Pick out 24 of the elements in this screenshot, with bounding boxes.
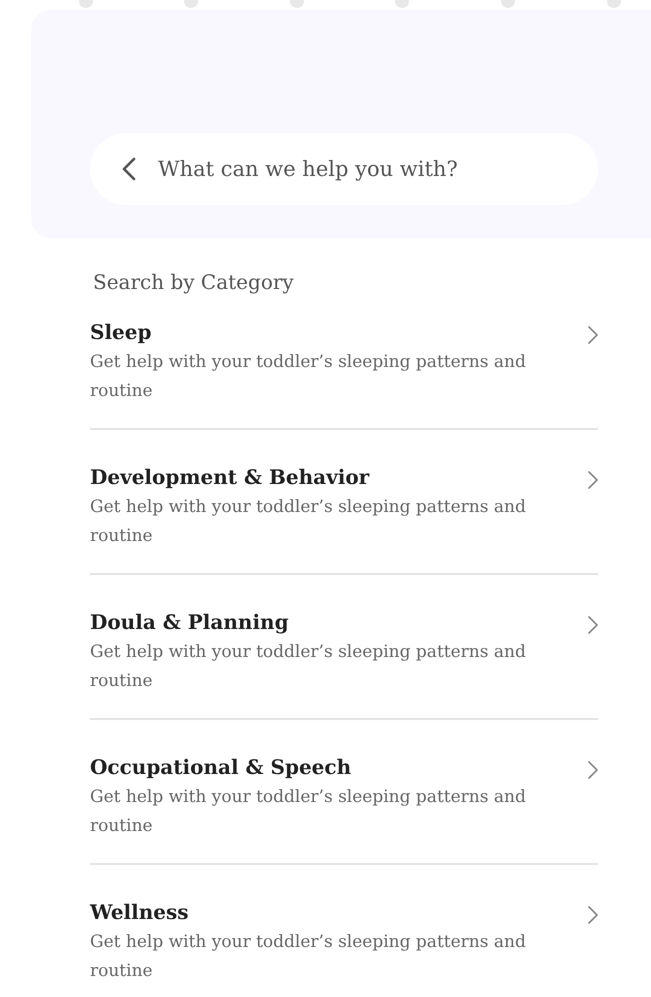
category-title: Occupational & Speech [90, 754, 352, 781]
category-title: Development & Behavior [90, 464, 370, 491]
category-item[interactable]: Sleep Get help with your toddler’s sleeping patterns and routine [90, 318, 598, 430]
chevron-right-icon [588, 761, 598, 779]
category-description: Get help with your toddler’s sleeping patterns and routine [90, 786, 527, 838]
chevron-right-icon [588, 471, 598, 489]
search-input[interactable]: What can we help you with? [158, 157, 578, 181]
category-item[interactable]: Occupational & Speech Get help with your toddler’s sleeping patterns and routine [90, 753, 598, 865]
category-description: Get help with your toddler’s sleeping patterns and routine [90, 496, 527, 548]
chevron-right-icon [588, 616, 598, 634]
category-title: Sleep [90, 319, 152, 346]
category-title: Wellness [90, 899, 190, 926]
category-description: Get help with your toddler’s sleeping patterns and routine [90, 641, 527, 693]
category-description: Get help with your toddler’s sleeping patterns and routine [90, 931, 527, 983]
chevron-right-icon [588, 326, 598, 344]
search-field[interactable]: What can we help you with? [90, 133, 598, 205]
chevron-right-icon [588, 906, 598, 924]
category-title: Doula & Planning [90, 609, 290, 636]
category-item[interactable]: Development & Behavior Get help with your toddler’s sleeping patterns and routine [90, 463, 598, 575]
category-item[interactable]: Wellness Get help with your toddler’s sleeping patterns and routine [90, 898, 598, 997]
section-title: Search by Category [93, 270, 295, 294]
category-item[interactable]: Doula & Planning Get help with your toddler’s sleeping patterns and routine [90, 608, 598, 720]
category-description: Get help with your toddler’s sleeping patterns and routine [90, 351, 527, 403]
back-icon[interactable] [122, 157, 136, 181]
